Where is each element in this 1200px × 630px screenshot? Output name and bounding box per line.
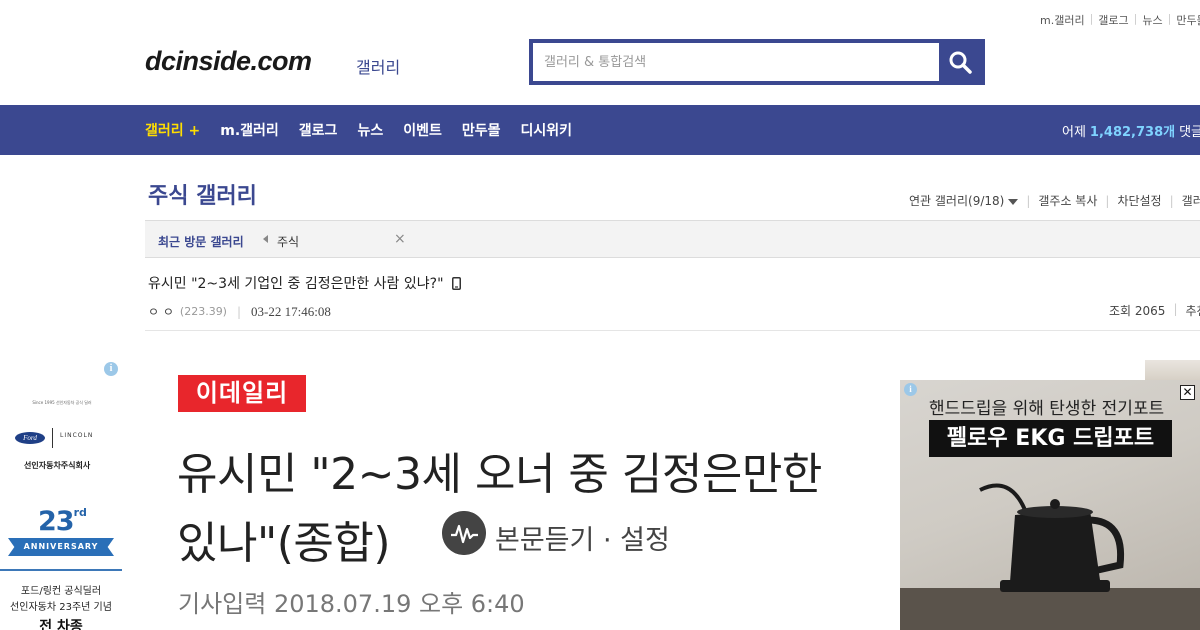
search-button[interactable]: [939, 43, 981, 81]
divider: [145, 330, 1200, 331]
stats-suffix: 댓글: [1179, 124, 1200, 140]
post-author[interactable]: ㅇ ㅇ: [148, 303, 174, 320]
post-stats: 조회 2065 | 추천: [1109, 302, 1200, 319]
block-settings-button[interactable]: 차단설정: [1117, 192, 1161, 209]
text-to-speech-icon: [442, 511, 486, 555]
left-side-ad[interactable]: i Since 1995 선인자동차 공식 딜러 Ford LINCOLN 선인…: [0, 360, 122, 630]
mobile-icon: [451, 276, 461, 290]
post-author-ip: (223.39): [179, 305, 227, 318]
stats-count: 1,482,738개: [1089, 124, 1176, 140]
left-arrow-icon[interactable]: [263, 235, 268, 243]
anniversary-ribbon: ANNIVERSARY: [8, 538, 114, 556]
search-bar: [529, 39, 985, 85]
site-logo[interactable]: dcinside.com: [145, 46, 312, 77]
search-icon: [949, 51, 972, 74]
recent-galleries-bar: 최근 방문 갤러리 주식 ×: [145, 220, 1200, 258]
close-icon[interactable]: ×: [394, 231, 406, 247]
ad-info-icon[interactable]: i: [904, 383, 917, 396]
anniversary-digits: 23: [38, 506, 75, 537]
gallery-info-button[interactable]: 갤러리: [1182, 192, 1200, 209]
article-headline-line1: 유시민 "2~3세 오너 중 김정은만한: [177, 449, 822, 500]
post-title-text: 유시민 "2~3세 기업인 중 김정은만한 사람 있냐?": [148, 276, 444, 292]
divider: |: [1167, 12, 1172, 25]
divider: |: [1169, 193, 1174, 208]
ad-line-1: 포드/링컨 공식딜러: [20, 586, 102, 597]
search-input[interactable]: [533, 43, 939, 81]
stats-label: 어제: [1062, 124, 1086, 140]
divider: [0, 569, 122, 571]
chevron-down-icon: [1008, 198, 1019, 205]
post-meta: ㅇ ㅇ (223.39) | 03-22 17:46:08: [148, 303, 331, 320]
ford-logo: Ford: [15, 432, 45, 444]
nav-gallery-plus[interactable]: 갤러리 +: [145, 120, 200, 140]
gallery-tools: 연관 갤러리(9/18) | 갤주소 복사 | 차단설정 | 갤러리: [909, 192, 1200, 209]
related-gallery-label: 연관 갤러리(9/18): [909, 194, 1005, 208]
top-link-mall[interactable]: 만두몰: [1176, 12, 1200, 27]
divider: |: [1026, 193, 1031, 208]
ad-line-2: 선인자동차 23주년 기념: [10, 602, 112, 613]
main-nav: 갤러리 + m.갤러리 갤로그 뉴스 이벤트 만두몰 디시위키 어제 1,482…: [0, 105, 1200, 155]
gallery-title[interactable]: 주식 갤러리: [148, 178, 257, 210]
post-views: 조회 2065: [1109, 304, 1166, 318]
tts-label: 본문듣기 · 설정: [495, 525, 670, 556]
recent-galleries-label: 최근 방문 갤러리: [158, 235, 244, 249]
article-headline-line2: 있나"(종합): [177, 518, 391, 569]
ad-product-name: 펠로우 EKG 드립포트: [929, 420, 1172, 457]
related-gallery-dropdown[interactable]: 연관 갤러리(9/18): [909, 192, 1019, 209]
top-links: m.갤러리 | 갤로그 | 뉴스 | 만두몰: [1040, 12, 1200, 27]
logo-subtitle[interactable]: 갤러리: [356, 54, 400, 78]
top-link-gallog[interactable]: 갤로그: [1098, 12, 1128, 27]
anniversary-number: 23rd: [38, 506, 87, 537]
nav-wiki[interactable]: 디시위키: [520, 120, 572, 140]
ad-fine-print: Since 1995 선인자동차 공식 딜러: [32, 400, 92, 405]
divider: |: [236, 304, 242, 319]
lincoln-logo: LINCOLN: [60, 432, 94, 439]
kettle-ad[interactable]: i ✕ 핸드드립을 위해 탄생한 전기포트 펠로우 EKG 드립포트: [900, 380, 1200, 630]
anniversary-suffix: rd: [73, 506, 87, 519]
post-title: 유시민 "2~3세 기업인 중 김정은만한 사람 있냐?": [148, 273, 461, 293]
recent-gallery-item[interactable]: 주식: [277, 233, 299, 250]
nav-event[interactable]: 이벤트: [403, 120, 442, 140]
ad-info-icon[interactable]: i: [104, 362, 118, 376]
nav-gallog[interactable]: 갤로그: [299, 120, 338, 140]
nav-news[interactable]: 뉴스: [357, 120, 383, 140]
article-side-image: [1145, 360, 1200, 380]
article-image: 이데일리 유시민 "2~3세 오너 중 김정은만한 있나"(종합) 본문듣기 ·…: [145, 360, 905, 630]
divider: [52, 428, 53, 448]
nav-mall[interactable]: 만두몰: [462, 120, 501, 140]
copy-address-button[interactable]: 갤주소 복사: [1038, 192, 1097, 209]
post-date: 03-22 17:46:08: [251, 303, 331, 319]
dealer-name: 선인자동차주식회사: [24, 461, 91, 470]
divider: |: [1089, 12, 1094, 25]
close-ad-button[interactable]: ✕: [1180, 385, 1195, 400]
news-brand-logo: 이데일리: [178, 375, 306, 412]
divider: |: [1133, 12, 1138, 25]
ad-copy: 핸드드립을 위해 탄생한 전기포트: [929, 399, 1165, 419]
divider: |: [1173, 302, 1178, 316]
top-link-news[interactable]: 뉴스: [1142, 12, 1162, 27]
top-link-mgallery[interactable]: m.갤러리: [1040, 12, 1085, 27]
nav-stats: 어제 1,482,738개 댓글: [1062, 105, 1200, 155]
divider: |: [1105, 193, 1110, 208]
ad-line-3: 전 차종: [39, 619, 83, 630]
kettle-image: [979, 483, 1125, 592]
nav-mgallery[interactable]: m.갤러리: [220, 120, 279, 140]
post-recommend: 추천: [1185, 304, 1200, 318]
article-date: 기사입력 2018.07.19 오후 6:40: [178, 590, 525, 618]
